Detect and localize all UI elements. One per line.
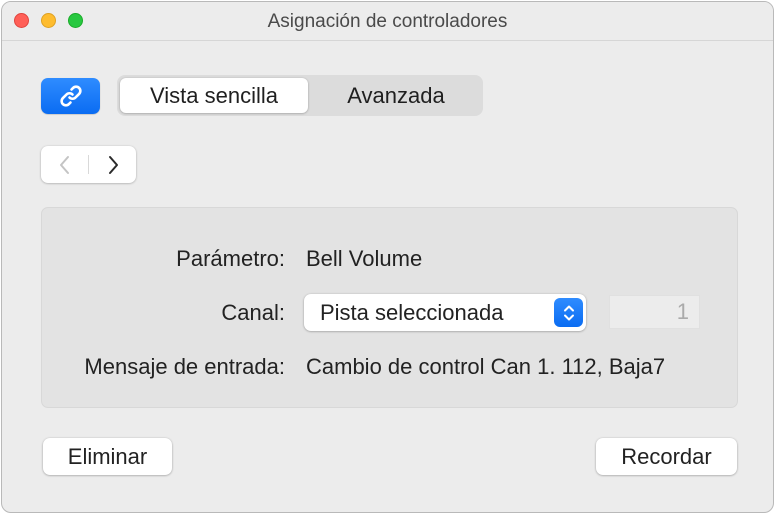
learn-button[interactable]: Recordar xyxy=(596,438,737,475)
chevron-left-icon xyxy=(59,155,69,174)
title-bar: Asignación de controladores xyxy=(2,2,773,41)
link-button[interactable] xyxy=(41,78,100,114)
delete-button[interactable]: Eliminar xyxy=(43,438,172,475)
link-icon xyxy=(59,85,82,107)
view-mode-segmented-control: Vista sencilla Avanzada xyxy=(117,75,483,116)
assignment-details-panel: Parámetro: Bell Volume Canal: Pista sele… xyxy=(41,207,738,408)
parameter-label: Parámetro: xyxy=(176,246,285,271)
controller-assignments-window: Asignación de controladores Vista sencil… xyxy=(1,1,774,513)
navigation-buttons xyxy=(41,146,136,183)
tab-simple-view[interactable]: Vista sencilla xyxy=(120,78,308,113)
up-down-chevron-icon xyxy=(554,298,583,327)
input-message-value: Cambio de control Can 1. 112, Baja7 xyxy=(306,354,666,379)
channel-number-input[interactable] xyxy=(610,296,699,328)
channel-popup-value: Pista seleccionada xyxy=(320,300,504,325)
channel-popup[interactable]: Pista seleccionada xyxy=(304,294,586,331)
chevron-right-icon xyxy=(108,155,118,174)
channel-label: Canal: xyxy=(221,300,285,325)
input-message-label: Mensaje de entrada: xyxy=(84,354,285,379)
tab-advanced-view[interactable]: Avanzada xyxy=(311,78,481,113)
previous-button[interactable] xyxy=(41,146,88,183)
parameter-value: Bell Volume xyxy=(306,246,423,271)
channel-number-field[interactable] xyxy=(609,295,700,329)
next-button[interactable] xyxy=(89,146,136,183)
window-title: Asignación de controladores xyxy=(267,11,508,32)
